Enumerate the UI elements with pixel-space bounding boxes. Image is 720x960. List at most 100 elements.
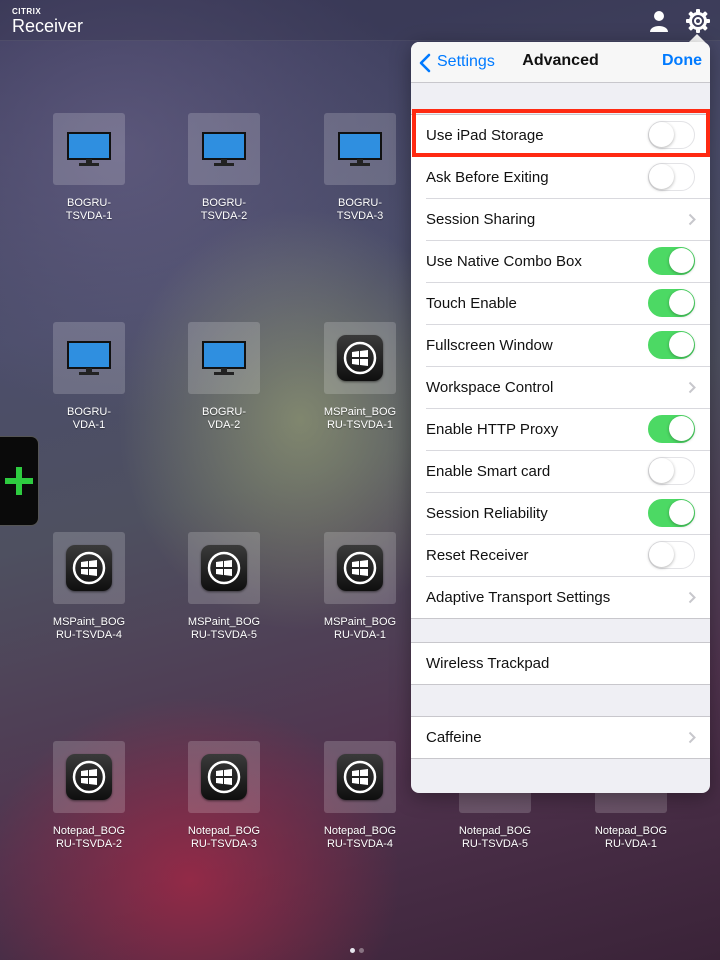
app-tile[interactable]: BOGRU- TSVDA-3 [300,113,420,223]
tile-icon-box [324,532,396,604]
plus-icon [5,467,33,495]
row-caffeine[interactable]: Caffeine [426,717,710,758]
row-fullscreen-window[interactable]: Fullscreen Window [426,325,710,367]
toggle-fullscreen-window[interactable] [648,331,695,359]
brand-company: CITRIX [12,7,42,16]
toggle-use-native-combo-box[interactable] [648,247,695,275]
tile-icon-box [324,113,396,185]
wireless-group: Wireless Trackpad [411,642,710,685]
toggle-session-reliability[interactable] [648,499,695,527]
toggle-knob [669,290,694,315]
toggle-reset-receiver[interactable] [648,541,695,569]
tile-label: BOGRU- TSVDA-1 [65,197,113,222]
monitor-icon [67,132,111,166]
tile-label: BOGRU- TSVDA-3 [336,197,384,222]
tile-icon-box [188,741,260,813]
tile-label: MSPaint_BOG RU-TSVDA-1 [323,406,397,431]
tile-icon-box [188,532,260,604]
toggle-use-ipad-storage[interactable] [648,121,695,149]
row-label: Use Native Combo Box [426,253,582,270]
done-button[interactable]: Done [662,52,702,70]
app-tile[interactable]: MSPaint_BOG RU-TSVDA-4 [29,532,149,642]
windows-app-icon [337,545,383,591]
row-touch-enable[interactable]: Touch Enable [426,283,710,325]
row-label: Reset Receiver [426,547,529,564]
tile-icon-box [53,532,125,604]
toggle-touch-enable[interactable] [648,289,695,317]
toggle-enable-smart-card[interactable] [648,457,695,485]
row-label: Use iPad Storage [426,127,544,144]
app-tile[interactable]: MSPaint_BOG RU-TSVDA-1 [300,322,420,432]
toggle-knob [649,458,674,483]
tile-label: Notepad_BOG RU-VDA-1 [594,825,668,850]
toggle-knob [669,500,694,525]
windows-app-icon [337,754,383,800]
monitor-icon [202,341,246,375]
app-tile[interactable]: MSPaint_BOG RU-TSVDA-5 [164,532,284,642]
tile-label: Notepad_BOG RU-TSVDA-2 [52,825,126,850]
row-label: Session Reliability [426,505,548,522]
row-session-reliability[interactable]: Session Reliability [426,493,710,535]
chevron-right-icon [688,731,696,744]
citrix-receiver-logo: CITRIX Receiver [12,7,83,36]
row-label: Wireless Trackpad [426,655,550,672]
tile-icon-box [53,322,125,394]
row-adaptive-transport-settings[interactable]: Adaptive Transport Settings [426,577,710,618]
tile-label: MSPaint_BOG RU-VDA-1 [323,616,397,641]
monitor-icon [338,132,382,166]
gear-icon[interactable] [685,8,711,34]
app-tile[interactable]: BOGRU- VDA-1 [29,322,149,432]
row-use-native-combo-box[interactable]: Use Native Combo Box [426,241,710,283]
tile-icon-box [53,113,125,185]
tile-label: Notepad_BOG RU-TSVDA-5 [458,825,532,850]
page-indicator[interactable] [350,940,368,958]
windows-app-icon [201,754,247,800]
tile-label: MSPaint_BOG RU-TSVDA-4 [52,616,126,641]
tile-icon-box [324,322,396,394]
add-app-handle[interactable] [0,436,39,526]
app-tile[interactable]: Notepad_BOG RU-TSVDA-3 [164,741,284,851]
row-session-sharing[interactable]: Session Sharing [426,199,710,241]
row-label: Touch Enable [426,295,517,312]
windows-app-icon [337,335,383,381]
row-label: Enable HTTP Proxy [426,421,559,438]
toggle-knob [669,416,694,441]
row-wireless-trackpad[interactable]: Wireless Trackpad [426,643,710,684]
toggle-knob [669,248,694,273]
brand-product: Receiver [12,16,84,36]
row-workspace-control[interactable]: Workspace Control [426,367,710,409]
page-dot [350,948,355,953]
tile-icon-box [53,741,125,813]
row-label: Caffeine [426,729,482,746]
app-tile[interactable]: MSPaint_BOG RU-VDA-1 [300,532,420,642]
app-tile[interactable]: BOGRU- VDA-2 [164,322,284,432]
tile-icon-box [188,113,260,185]
tile-label: Notepad_BOG RU-TSVDA-3 [187,825,261,850]
tile-label: BOGRU- VDA-2 [202,406,246,431]
row-label: Fullscreen Window [426,337,553,354]
caffeine-group: Caffeine [411,716,710,759]
advanced-options-group: Use iPad Storage Ask Before Exiting Sess… [411,114,710,619]
app-tile[interactable]: Notepad_BOG RU-TSVDA-2 [29,741,149,851]
toggle-ask-before-exiting[interactable] [648,163,695,191]
app-tile[interactable]: BOGRU- TSVDA-2 [164,113,284,223]
toggle-enable-http-proxy[interactable] [648,415,695,443]
tile-icon-box [188,322,260,394]
tile-icon-box [324,741,396,813]
chevron-right-icon [688,381,696,394]
row-use-ipad-storage[interactable]: Use iPad Storage [426,115,710,157]
app-tile[interactable]: BOGRU- TSVDA-1 [29,113,149,223]
row-enable-smart-card[interactable]: Enable Smart card [426,451,710,493]
row-ask-before-exiting[interactable]: Ask Before Exiting [426,157,710,199]
row-label: Ask Before Exiting [426,169,549,186]
app-tile[interactable]: Notepad_BOG RU-TSVDA-4 [300,741,420,851]
windows-app-icon [66,754,112,800]
chevron-right-icon [688,213,696,226]
row-enable-http-proxy[interactable]: Enable HTTP Proxy [426,409,710,451]
top-bar: CITRIX Receiver [0,0,720,41]
person-icon[interactable] [646,8,672,34]
row-reset-receiver[interactable]: Reset Receiver [426,535,710,577]
tile-label: BOGRU- VDA-1 [67,406,111,431]
page-dot [359,948,364,953]
advanced-settings-popover: Settings Advanced Done Use iPad Storage … [411,42,710,793]
